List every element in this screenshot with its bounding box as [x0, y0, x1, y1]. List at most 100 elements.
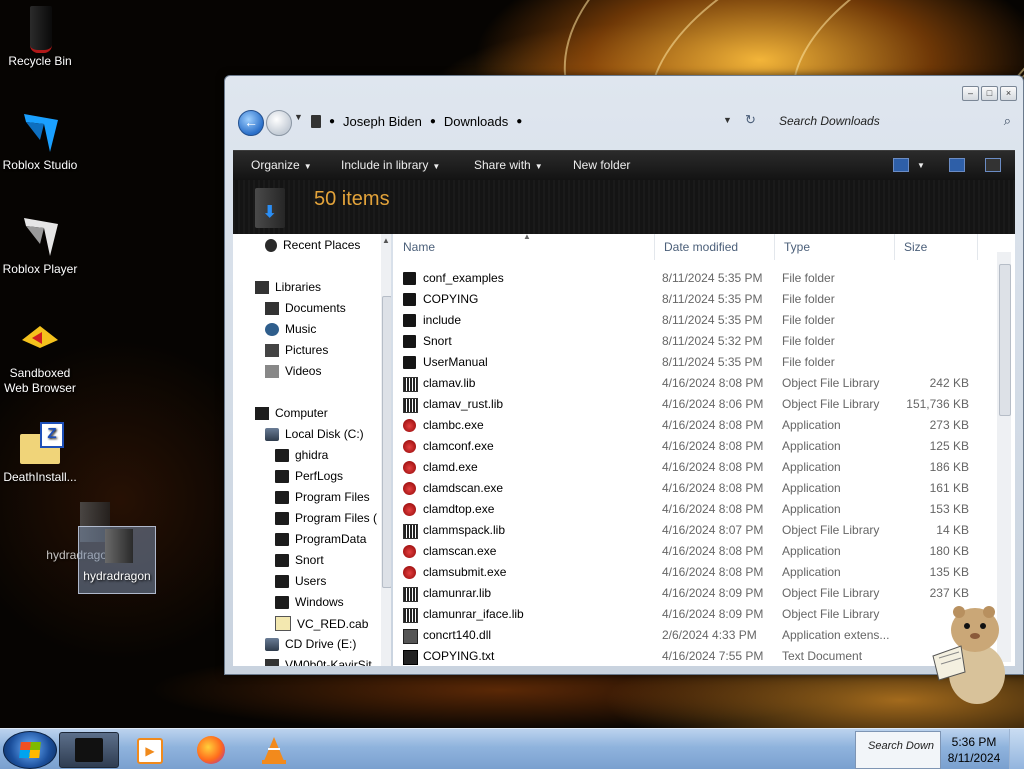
file-date-modified: 2/6/2024 4:33 PM [662, 628, 757, 642]
breadcrumb-separator[interactable]: ● [516, 116, 522, 127]
address-bar[interactable]: ● Joseph Biden ● Downloads ● [311, 110, 743, 132]
nav-libraries[interactable]: Libraries [255, 280, 321, 294]
nav-pictures[interactable]: Pictures [265, 343, 328, 357]
desktop-icon-roblox-studio[interactable]: Roblox Studio [0, 110, 80, 173]
taskbar-explorer[interactable] [59, 732, 119, 768]
column-header-date[interactable]: Date modified [664, 240, 738, 254]
nav-folder-programdata[interactable]: ProgramData [275, 532, 366, 546]
system-clock[interactable]: 5:36 PM 8/11/2024 [946, 734, 1002, 766]
file-row[interactable]: clamconf.exe 4/16/2024 8:08 PM Application… [393, 436, 993, 457]
address-dropdown-icon[interactable]: ▼ [723, 115, 732, 125]
folder-icon [403, 335, 416, 348]
scrollbar-thumb[interactable] [382, 296, 391, 588]
minimize-button[interactable]: – [962, 86, 979, 101]
column-divider[interactable] [654, 234, 655, 260]
column-divider[interactable] [894, 234, 895, 260]
nav-folder-perflogs[interactable]: PerfLogs [275, 469, 343, 483]
file-row[interactable]: COPYING.txt 4/16/2024 7:55 PM Text Documen… [393, 646, 993, 666]
nav-label: Pictures [285, 343, 329, 357]
column-header-size[interactable]: Size [904, 240, 927, 254]
close-button[interactable]: × [1000, 86, 1017, 101]
nav-label: VM0b0t-KavirSit [285, 658, 372, 666]
column-header-type[interactable]: Type [784, 240, 810, 254]
breadcrumb-joseph-biden[interactable]: Joseph Biden [343, 114, 422, 129]
desktop-icon-roblox-player[interactable]: Roblox Player [0, 214, 80, 277]
nav-local-disk[interactable]: Local Disk (C:) [265, 427, 364, 441]
desktop-icon-deathinstall[interactable]: Z DeathInstall... [0, 422, 80, 485]
back-button[interactable]: ← [238, 110, 264, 136]
nav-videos[interactable]: Videos [265, 364, 321, 378]
organize-button[interactable]: Organize ▼ [251, 158, 312, 172]
start-button[interactable] [3, 731, 57, 769]
file-row[interactable]: clammspack.lib 4/16/2024 8:07 PM Object Fi… [393, 520, 993, 541]
file-name: clamunrar_iface.lib [423, 607, 524, 621]
nav-label: Snort [295, 553, 324, 567]
column-divider[interactable] [977, 234, 978, 260]
nav-folder-users[interactable]: Users [275, 574, 326, 588]
file-row[interactable]: clamdtop.exe 4/16/2024 8:08 PM Application… [393, 499, 993, 520]
file-row[interactable]: UserManual 8/11/2024 5:35 PM File folder [393, 352, 993, 373]
nav-file-vc-red[interactable]: VC_RED.cab [275, 616, 368, 631]
file-date-modified: 4/16/2024 8:08 PM [662, 565, 764, 579]
search-icon[interactable]: ⌕ [1004, 113, 1011, 129]
nav-folder-program-files-x86[interactable]: Program Files ( [275, 511, 377, 525]
search-box[interactable]: Search Downloads ⌕ [779, 110, 1015, 132]
change-view-icon[interactable] [893, 158, 909, 172]
share-with-button[interactable]: Share with ▼ [474, 158, 543, 172]
file-row[interactable]: clamd.exe 4/16/2024 8:08 PM Application 186… [393, 457, 993, 478]
file-row[interactable]: concrt140.dll 2/6/2024 4:33 PM Application… [393, 625, 993, 646]
taskbar-vlc[interactable] [248, 732, 306, 766]
maximize-button[interactable]: □ [981, 86, 998, 101]
command-bar: Organize ▼ Include in library ▼ Share with… [233, 150, 1015, 181]
file-row[interactable]: COPYING 8/11/2024 5:35 PM File folder [393, 289, 993, 310]
forward-button[interactable] [266, 110, 292, 136]
folder-icon [403, 314, 416, 327]
preview-pane-icon[interactable] [949, 158, 965, 172]
new-folder-button[interactable]: New folder [573, 158, 630, 172]
nav-network-item[interactable]: VM0b0t-KavirSit [265, 658, 372, 666]
file-row[interactable]: clambc.exe 4/16/2024 8:08 PM Application 27… [393, 415, 993, 436]
column-divider[interactable] [774, 234, 775, 260]
desktop-icon-hydradragon[interactable]: hydradragon [78, 526, 156, 594]
nav-music[interactable]: Music [265, 322, 316, 336]
nav-folder-ghidra[interactable]: ghidra [275, 448, 328, 462]
clock-date: 8/11/2024 [947, 751, 1001, 765]
library-file-icon [403, 608, 418, 623]
taskbar-media-player[interactable]: ▶ [122, 732, 180, 766]
file-date-modified: 4/16/2024 8:08 PM [662, 460, 764, 474]
scroll-up-icon[interactable]: ▲ [381, 236, 391, 245]
videos-icon [265, 364, 279, 378]
desktop-icon-sandboxed-browser[interactable]: Sandboxed Web Browser [0, 318, 80, 396]
nav-folder-windows[interactable]: Windows [275, 595, 344, 609]
column-header-name[interactable]: Name [403, 240, 435, 254]
file-row[interactable]: clamunrar_iface.lib 4/16/2024 8:09 PM Obje… [393, 604, 993, 625]
nav-recent-places[interactable]: Recent Places [265, 238, 360, 252]
taskbar-firefox[interactable] [185, 732, 243, 766]
nav-folder-program-files[interactable]: Program Files [275, 490, 370, 504]
file-row[interactable]: clamsubmit.exe 4/16/2024 8:08 PM Applicati… [393, 562, 993, 583]
file-row[interactable]: clamunrar.lib 4/16/2024 8:09 PM Object Fil… [393, 583, 993, 604]
file-row[interactable]: Snort 8/11/2024 5:32 PM File folder [393, 331, 993, 352]
file-row[interactable]: clamscan.exe 4/16/2024 8:08 PM Application… [393, 541, 993, 562]
view-options-dropdown[interactable]: ▼ [917, 161, 925, 170]
nav-scrollbar[interactable]: ▲ [381, 234, 391, 666]
refresh-icon[interactable]: ↻ [745, 112, 756, 128]
nav-documents[interactable]: Documents [265, 301, 346, 315]
nav-computer[interactable]: Computer [255, 406, 328, 420]
file-row[interactable]: clamdscan.exe 4/16/2024 8:08 PM Applicatio… [393, 478, 993, 499]
breadcrumb-downloads[interactable]: Downloads [444, 114, 508, 129]
scrollbar-thumb[interactable] [999, 264, 1011, 416]
zip-folder-icon: Z [18, 422, 64, 466]
nav-cd-drive[interactable]: CD Drive (E:) [265, 637, 356, 651]
file-row[interactable]: conf_examples 8/11/2024 5:35 PM File folde… [393, 268, 993, 289]
include-in-library-button[interactable]: Include in library ▼ [341, 158, 440, 172]
file-row[interactable]: clamav_rust.lib 4/16/2024 8:06 PM Object F… [393, 394, 993, 415]
file-row[interactable]: clamav.lib 4/16/2024 8:08 PM Object File L… [393, 373, 993, 394]
help-icon[interactable] [985, 158, 1001, 172]
desktop-icon-recycle-bin[interactable]: Recycle Bin [0, 6, 80, 69]
recent-pages-dropdown[interactable]: ▼ [294, 112, 303, 122]
show-desktop-button[interactable] [1009, 729, 1024, 769]
nav-folder-snort[interactable]: Snort [275, 553, 324, 567]
tray-window-thumbnail[interactable]: Search Down [855, 731, 941, 769]
file-row[interactable]: include 8/11/2024 5:35 PM File folder [393, 310, 993, 331]
